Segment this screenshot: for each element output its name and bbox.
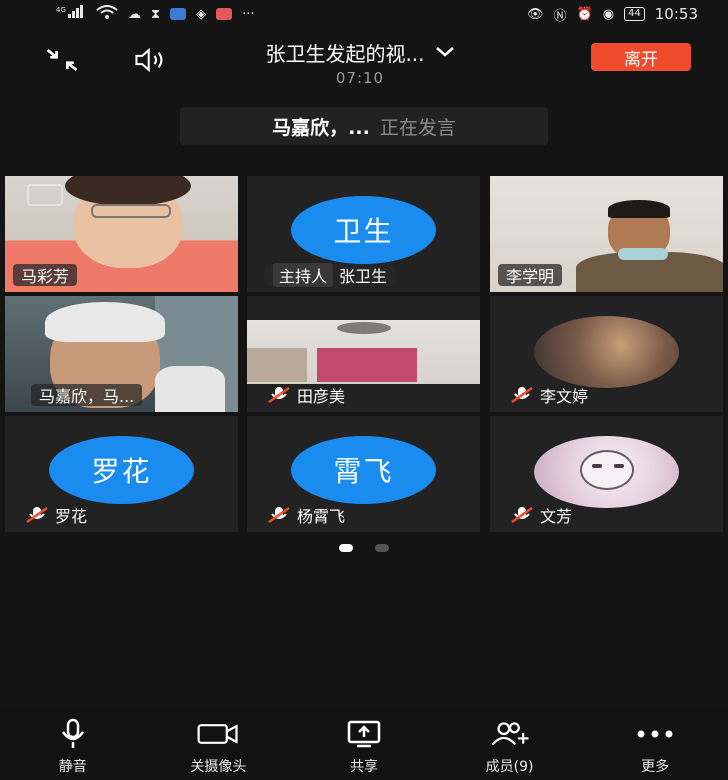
page-dot[interactable] bbox=[375, 544, 389, 552]
share-label: 共享 bbox=[349, 759, 378, 775]
participant-name-tag: 文芳 bbox=[498, 504, 580, 526]
participant-tile[interactable]: 马彩芳 bbox=[5, 176, 238, 292]
participant-name: 李学明 bbox=[506, 267, 555, 286]
camera-off-button[interactable]: 关摄像头 bbox=[146, 708, 292, 780]
participant-avatar: 罗花 bbox=[49, 436, 194, 504]
status-right: 👁 Ⓝ ⏰ ◉ 44 10:53 bbox=[527, 5, 698, 24]
more-button[interactable]: 更多 bbox=[582, 708, 728, 780]
participant-name: 罗花 bbox=[55, 507, 88, 526]
meeting-header: 张卫生发起的视... 07:10 离开 bbox=[0, 36, 728, 87]
wifi-icon bbox=[96, 5, 118, 23]
shield-icon: ◈ bbox=[196, 6, 207, 22]
camera-label: 关摄像头 bbox=[190, 759, 247, 775]
status-time: 10:53 bbox=[654, 5, 698, 23]
screen-share-icon bbox=[342, 718, 386, 750]
participant-tile[interactable]: 李文婷 bbox=[490, 296, 723, 412]
message-notification-icon bbox=[216, 8, 233, 20]
status-bar: 4G ☁ ⧗ ◈ ··· 👁 Ⓝ ⏰ ◉ 44 10:53 bbox=[0, 0, 728, 28]
mic-off-icon bbox=[510, 386, 534, 404]
speaker-icon[interactable] bbox=[134, 42, 170, 78]
participant-tile[interactable]: 文芳 bbox=[490, 416, 723, 532]
add-member-icon bbox=[488, 718, 532, 750]
participant-avatar-image bbox=[534, 316, 679, 388]
more-notifications-icon: ··· bbox=[242, 6, 255, 22]
participant-tile[interactable]: 罗花 罗花 bbox=[5, 416, 238, 532]
participant-avatar: 霄飞 bbox=[291, 436, 436, 504]
meeting-timer: 07:10 bbox=[335, 69, 385, 87]
participant-tile-active-speaker[interactable]: 马嘉欣，马... bbox=[5, 296, 238, 412]
members-button[interactable]: 成员(9) bbox=[437, 708, 583, 780]
participant-name-tag: 马嘉欣，马... bbox=[31, 384, 143, 406]
speaking-indicator: 马嘉欣，... 正在发言 bbox=[180, 107, 548, 145]
members-label: 成员(9) bbox=[485, 759, 534, 775]
participant-name: 马嘉欣，马... bbox=[39, 387, 135, 406]
participant-tile[interactable]: 李学明 bbox=[490, 176, 723, 292]
speaking-status: 正在发言 bbox=[379, 116, 456, 139]
participant-name-tag: 主持人 张卫生 bbox=[265, 263, 396, 287]
microphone-icon bbox=[51, 718, 95, 750]
minimize-icon[interactable] bbox=[44, 42, 80, 78]
camera-watermark-icon bbox=[27, 184, 63, 206]
cloud-icon: ☁ bbox=[128, 6, 141, 22]
page-dot-active[interactable] bbox=[339, 544, 353, 552]
host-badge: 主持人 bbox=[273, 263, 334, 287]
participant-tile[interactable]: 卫生 主持人 张卫生 bbox=[247, 176, 480, 292]
participant-avatar-image bbox=[534, 436, 679, 508]
mute-label: 静音 bbox=[58, 759, 87, 775]
hourglass-icon: ⧗ bbox=[151, 6, 161, 22]
status-left: 4G ☁ ⧗ ◈ ··· bbox=[56, 5, 255, 23]
bottom-toolbar: 静音 关摄像头 共享 成员(9) 更多 bbox=[0, 708, 728, 780]
eye-icon: 👁 bbox=[526, 6, 544, 22]
mute-button[interactable]: 静音 bbox=[0, 708, 146, 780]
participant-name-tag: 田彦美 bbox=[255, 384, 353, 406]
participant-name: 田彦美 bbox=[297, 387, 346, 406]
participant-name-tag: 罗花 bbox=[13, 504, 95, 526]
participant-name-tag: 马彩芳 bbox=[13, 264, 78, 286]
participant-name-tag: 李学明 bbox=[498, 264, 563, 286]
signal-icon: 4G bbox=[56, 5, 86, 23]
participant-name: 文芳 bbox=[540, 507, 573, 526]
participant-name: 杨霄飞 bbox=[297, 507, 346, 526]
alarm-icon: ⏰ bbox=[576, 6, 593, 22]
participant-name-tag: 杨霄飞 bbox=[255, 504, 353, 526]
battery-icon: 44 bbox=[624, 7, 645, 21]
mic-off-icon bbox=[25, 506, 49, 524]
speaker-name: 马嘉欣，... bbox=[272, 116, 370, 139]
nfc-icon: Ⓝ bbox=[553, 8, 567, 24]
more-label: 更多 bbox=[641, 759, 670, 775]
participant-name: 张卫生 bbox=[339, 267, 388, 286]
participant-name: 马彩芳 bbox=[21, 267, 70, 286]
mic-off-icon bbox=[267, 506, 291, 524]
share-button[interactable]: 共享 bbox=[291, 708, 437, 780]
participant-avatar: 卫生 bbox=[291, 196, 436, 264]
participant-name: 李文婷 bbox=[540, 387, 589, 406]
camera-status-icon: ◉ bbox=[602, 6, 615, 22]
participant-name-tag: 李文婷 bbox=[498, 384, 596, 406]
chevron-down-icon bbox=[435, 43, 455, 62]
more-dots-icon bbox=[633, 718, 677, 750]
meeting-title: 张卫生发起的视... bbox=[265, 42, 425, 66]
video-camera-icon bbox=[196, 718, 240, 750]
meeting-title-area[interactable]: 张卫生发起的视... 07:10 bbox=[200, 38, 520, 87]
page-indicator[interactable] bbox=[0, 544, 728, 552]
mic-off-icon bbox=[267, 386, 291, 404]
leave-button[interactable]: 离开 bbox=[591, 43, 691, 71]
app-notification-icon bbox=[170, 8, 187, 20]
participant-tile[interactable]: 霄飞 杨霄飞 bbox=[247, 416, 480, 532]
mic-off-icon bbox=[510, 506, 534, 524]
participant-tile[interactable]: 田彦美 bbox=[247, 296, 480, 412]
svg-text:4G: 4G bbox=[56, 6, 66, 14]
